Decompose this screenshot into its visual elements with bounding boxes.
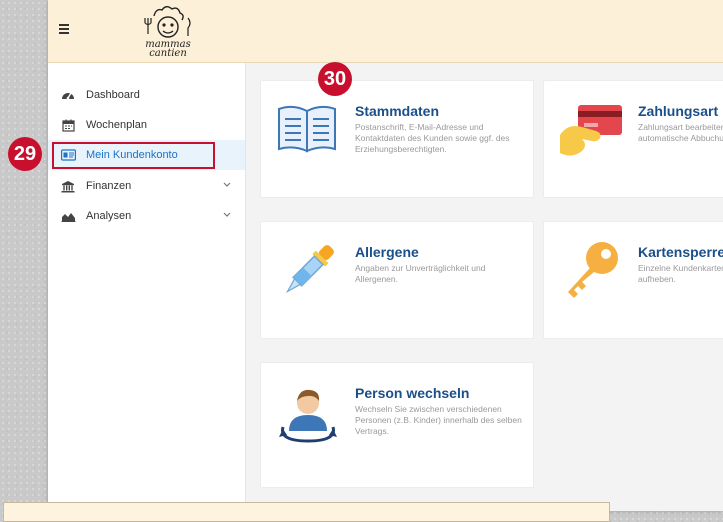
sidebar-item-dashboard[interactable]: Dashboard	[48, 80, 245, 110]
pipette-icon	[273, 236, 343, 308]
annotation-badge: 29	[8, 137, 42, 171]
chevron-down-icon[interactable]	[223, 182, 231, 188]
sidebar-item-label: Dashboard	[86, 89, 140, 101]
key-icon	[556, 236, 626, 308]
sidebar-item-finanzen[interactable]: Finanzen	[48, 171, 245, 201]
card-description: Zahlungsart bearbeiten und Daten für die…	[638, 122, 723, 143]
logo[interactable]: mammas cantien	[132, 6, 204, 59]
card-kartensperre[interactable]: Kartensperre Einzelne Kundenkarten sperr…	[543, 221, 723, 339]
calendar-icon	[60, 117, 76, 133]
card-title: Person wechseln	[355, 385, 470, 401]
card-allergene[interactable]: Allergene Angaben zur Unverträglichkeit …	[260, 221, 534, 339]
hamburger-icon[interactable]	[59, 22, 75, 36]
card-description: Postanschrift, E-Mail-Adresse und Kontak…	[355, 122, 510, 154]
sidebar-item-label: Analysen	[86, 210, 132, 222]
card-person-wechseln[interactable]: Person wechseln Wechseln Sie zwischen ve…	[260, 362, 534, 488]
card-title: Allergene	[355, 244, 419, 260]
card-stammdaten[interactable]: Stammdaten Postanschrift, E-Mail-Adresse…	[260, 80, 534, 198]
card-description: Angaben zur Unverträglichkeit und Allerg…	[355, 263, 486, 284]
card-description: Einzelne Kundenkarten sperren oder Sperr…	[638, 263, 723, 284]
area-chart-icon	[60, 208, 76, 224]
main-content: Stammdaten Postanschrift, E-Mail-Adresse…	[246, 63, 723, 511]
sidebar-item-mein-kundenkonto[interactable]: Mein Kundenkonto	[48, 140, 245, 170]
card-title: Stammdaten	[355, 103, 440, 119]
top-bar: mammas cantien	[48, 0, 723, 63]
card-title: Zahlungsart	[638, 103, 719, 119]
sidebar-item-label: Mein Kundenkonto	[86, 149, 178, 161]
bank-icon	[60, 178, 76, 194]
sidebar-item-wochenplan[interactable]: Wochenplan	[48, 110, 245, 140]
caption-box	[3, 502, 610, 522]
id-card-icon	[60, 147, 76, 163]
logo-text: mammas cantien	[132, 40, 204, 59]
sidebar: Dashboard Wochenplan Mein Kundenkonto Fi…	[48, 63, 246, 511]
card-title: Kartensperre	[638, 244, 723, 260]
app-window: mammas cantien Dashboard Wochenplan Mein…	[48, 0, 723, 511]
credit-card-icon	[556, 95, 626, 167]
person-switch-icon	[273, 379, 343, 451]
dashboard-icon	[60, 87, 76, 103]
sidebar-item-label: Wochenplan	[86, 119, 147, 131]
card-zahlungsart[interactable]: Zahlungsart Zahlungsart bearbeiten und D…	[543, 80, 723, 198]
logo-line-2: cantien	[149, 48, 187, 59]
book-icon	[273, 95, 343, 167]
sidebar-item-label: Finanzen	[86, 180, 132, 192]
annotation-badge: 30	[318, 62, 352, 96]
card-description: Wechseln Sie zwischen verschiedenen Pers…	[355, 404, 522, 436]
sidebar-item-analysen[interactable]: Analysen	[48, 201, 245, 231]
chef-face-icon	[144, 6, 191, 38]
chevron-down-icon[interactable]	[223, 212, 231, 218]
